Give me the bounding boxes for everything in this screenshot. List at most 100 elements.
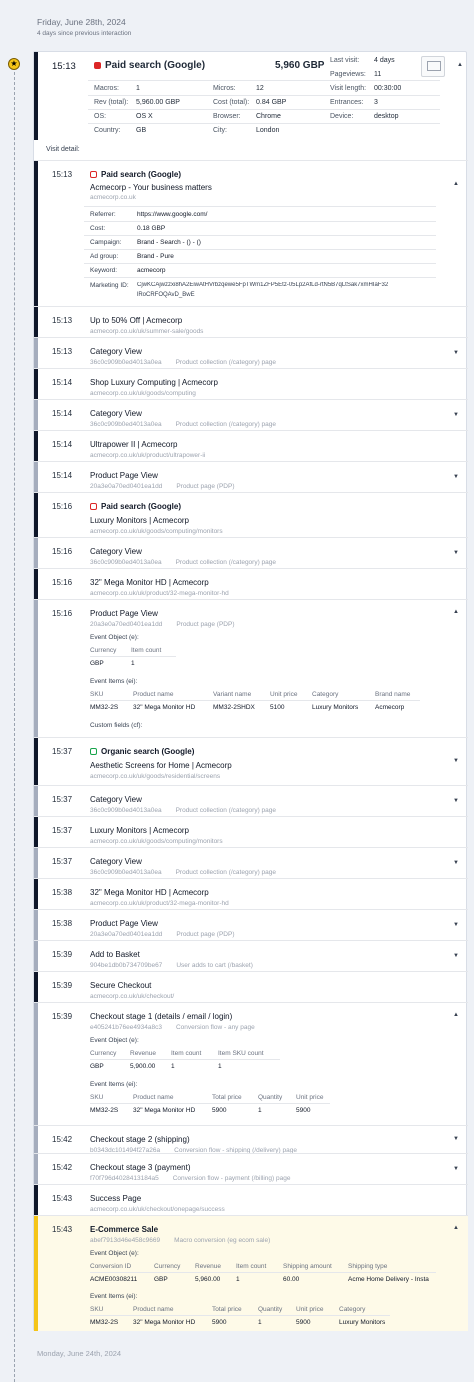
visit-item[interactable]: 15:16 32" Mega Monitor HD | Acmecorp acmec…: [34, 568, 468, 599]
item-id: acmecorp.co.uk/uk/goods/computing/monito…: [90, 838, 223, 845]
collapse-icon[interactable]: ▲: [449, 1225, 463, 1231]
marketing-id-value: CjwKCAjwzzxi8hA2EiwAtHVrbzqewe5FpTWm1ZFP…: [137, 282, 389, 288]
visit-item-entry[interactable]: 15:13 Paid search (Google) Acmecorp - Yo…: [34, 160, 468, 306]
collapse-icon[interactable]: ▲: [453, 62, 467, 68]
product-name-value: 32" Mega Monitor HD: [133, 1107, 196, 1114]
visit-item[interactable]: 15:13 Up to 50% Off | Acmecorp acmecorp.co…: [34, 306, 468, 337]
visit-item[interactable]: 15:16 Paid search (Google) Luxury Monitors…: [34, 492, 468, 537]
visit-item[interactable]: 15:14 Product Page View 20a3e0a70ed0401ea1…: [34, 461, 468, 492]
last-visit-value: 4 days: [374, 57, 395, 64]
visit-item-checkout1[interactable]: 15:39 Checkout stage 1 (details / email …: [34, 1002, 468, 1125]
item-id: 36c0c909b0ed4013a0ea: [90, 359, 162, 366]
expand-icon[interactable]: ▼: [449, 953, 463, 959]
item-id: acmecorp.co.uk/uk/product/32-mega-monito…: [90, 900, 229, 907]
visit-item[interactable]: 15:14 Ultrapower II | Acmecorp acmecorp.co…: [34, 430, 468, 461]
star-icon: ★: [8, 58, 20, 70]
visit-item[interactable]: 15:14 Shop Luxury Computing | Acmecorp acm…: [34, 368, 468, 399]
device-value: desktop: [374, 113, 399, 120]
item-title: Add to Basket: [90, 950, 140, 959]
col-category: Category: [339, 1306, 366, 1313]
visit-item[interactable]: 15:37 Category View 36c0c909b0ed4013a0ea Pr…: [34, 847, 468, 878]
col-item-count: Item count: [131, 647, 162, 654]
event-items-label: Event Items (ei):: [90, 1293, 138, 1300]
item-source-label: Paid search (Google): [101, 502, 182, 511]
visit-item[interactable]: 15:37 Luxury Monitors | Acmecorp acmecorp.…: [34, 816, 468, 847]
item-desc: Product collection (/category) page: [175, 869, 277, 876]
item-id: acmecorp.co.uk/uk/product/32-mega-monito…: [90, 590, 229, 597]
city-label: City:: [213, 127, 227, 134]
expand-icon[interactable]: ▼: [449, 550, 463, 556]
date-header: Friday, June 28th, 2024: [37, 17, 126, 27]
visit-item-ecommerce-sale[interactable]: 15:43 E-Commerce Sale abef7913d46e458c96…: [34, 1215, 468, 1331]
item-title: 32" Mega Monitor HD | Acmecorp: [90, 578, 209, 587]
col-category: Category: [312, 691, 339, 698]
item-title: Product Page View: [90, 919, 158, 928]
col-unit-price: Unit price: [296, 1306, 324, 1313]
expand-icon[interactable]: ▼: [449, 1136, 463, 1142]
item-title: Category View: [90, 795, 142, 804]
item-count-value: 1: [236, 1276, 240, 1283]
visit-detail-label: Visit detail:: [46, 146, 80, 153]
col-shipping-type: Shipping type: [348, 1263, 388, 1270]
item-id: 36c0c909b0ed4013a0ea: [90, 421, 162, 428]
visit-item[interactable]: 15:37 Organic search (Google) Aesthetic Sc…: [34, 737, 468, 785]
cost-value: 0.18 GBP: [137, 225, 166, 232]
visit-item[interactable]: 15:16 Category View 36c0c909b0ed4013a0ea Pr…: [34, 537, 468, 568]
expand-icon[interactable]: ▼: [449, 474, 463, 480]
paid-search-icon: [90, 170, 97, 178]
keyword-label: Keyword:: [90, 267, 118, 274]
expand-icon[interactable]: ▼: [449, 1166, 463, 1172]
col-shipping-amount: Shipping amount: [283, 1263, 332, 1270]
visit-item[interactable]: 15:38 Product Page View 20a3e0a70ed0401ea1…: [34, 909, 468, 940]
expand-icon[interactable]: ▼: [449, 412, 463, 418]
item-id: acmecorp.co.uk/uk/checkout/: [90, 993, 175, 1000]
visit-item-pdp-expanded[interactable]: 15:16 Product Page View 20a3e0a70ed0401e…: [34, 599, 468, 737]
expand-icon[interactable]: ▼: [449, 860, 463, 866]
event-object-label: Event Object (e):: [90, 1250, 139, 1257]
currency-value: GBP: [154, 1276, 168, 1283]
item-title: Category View: [90, 547, 142, 556]
adgroup-value: Brand - Pure: [137, 253, 174, 260]
device-label: Device:: [330, 113, 354, 120]
shipping-amount-value: 60.00: [283, 1276, 300, 1283]
collapse-icon[interactable]: ▲: [449, 609, 463, 615]
item-time: 15:37: [52, 747, 73, 756]
os-label: OS:: [94, 113, 107, 120]
visit-item[interactable]: 15:37 Category View 36c0c909b0ed4013a0ea Pr…: [34, 785, 468, 816]
sku-value: MM32-2S: [90, 1107, 119, 1114]
cost-label: Cost:: [90, 225, 106, 232]
entrances-value: 3: [374, 99, 378, 106]
expand-icon[interactable]: ▼: [449, 758, 463, 764]
visit-item[interactable]: 15:13 Category View 36c0c909b0ed4013a0ea Pr…: [34, 337, 468, 368]
item-id: f70f796d4028413184a5: [90, 1175, 159, 1182]
event-object-label: Event Object (e):: [90, 634, 139, 641]
visit-item[interactable]: 15:42 Checkout stage 3 (payment) f70f796d4…: [34, 1153, 468, 1184]
visit-item[interactable]: 15:14 Category View 36c0c909b0ed4013a0ea Pr…: [34, 399, 468, 430]
total-price-value: 5900: [212, 1319, 227, 1326]
visit-item[interactable]: 15:38 32" Mega Monitor HD | Acmecorp acmec…: [34, 878, 468, 909]
micros-value: 12: [256, 85, 264, 92]
total-price-value: 5900: [212, 1107, 227, 1114]
visit-item[interactable]: 15:43 Success Page acmecorp.co.uk/uk/check…: [34, 1184, 468, 1215]
col-total-price: Total price: [212, 1306, 242, 1313]
item-url[interactable]: acmecorp.co.uk: [90, 194, 136, 201]
item-desc: Product page (PDP): [176, 483, 235, 490]
marketing-id-value-cont: lRoCRFOQAvD_BwE: [137, 292, 195, 298]
visit-length-value: 00:30:00: [374, 85, 402, 92]
item-time: 15:42: [52, 1135, 73, 1144]
category-value: Luxury Monitors: [312, 704, 359, 711]
expand-icon[interactable]: ▼: [449, 350, 463, 356]
item-time: 15:14: [52, 471, 73, 480]
expand-icon[interactable]: ▼: [449, 798, 463, 804]
visit-item[interactable]: 15:39 Add to Basket 904be1db0b734709be67 Us…: [34, 940, 468, 971]
visit-item[interactable]: 15:42 Checkout stage 2 (shipping) b0343dc1…: [34, 1125, 468, 1154]
desktop-icon: [421, 56, 445, 77]
sku-value: MM32-2S: [90, 704, 119, 711]
collapse-icon[interactable]: ▲: [449, 1012, 463, 1018]
col-product-name: Product name: [133, 1306, 174, 1313]
visit-item[interactable]: 15:39 Secure Checkout acmecorp.co.uk/uk/ch…: [34, 971, 468, 1002]
session-summary[interactable]: 15:13 Paid search (Google) 5,960 GBP ▲ L…: [34, 52, 468, 140]
expand-icon[interactable]: ▼: [449, 922, 463, 928]
micros-label: Micros:: [213, 85, 236, 92]
collapse-icon[interactable]: ▲: [449, 181, 463, 187]
